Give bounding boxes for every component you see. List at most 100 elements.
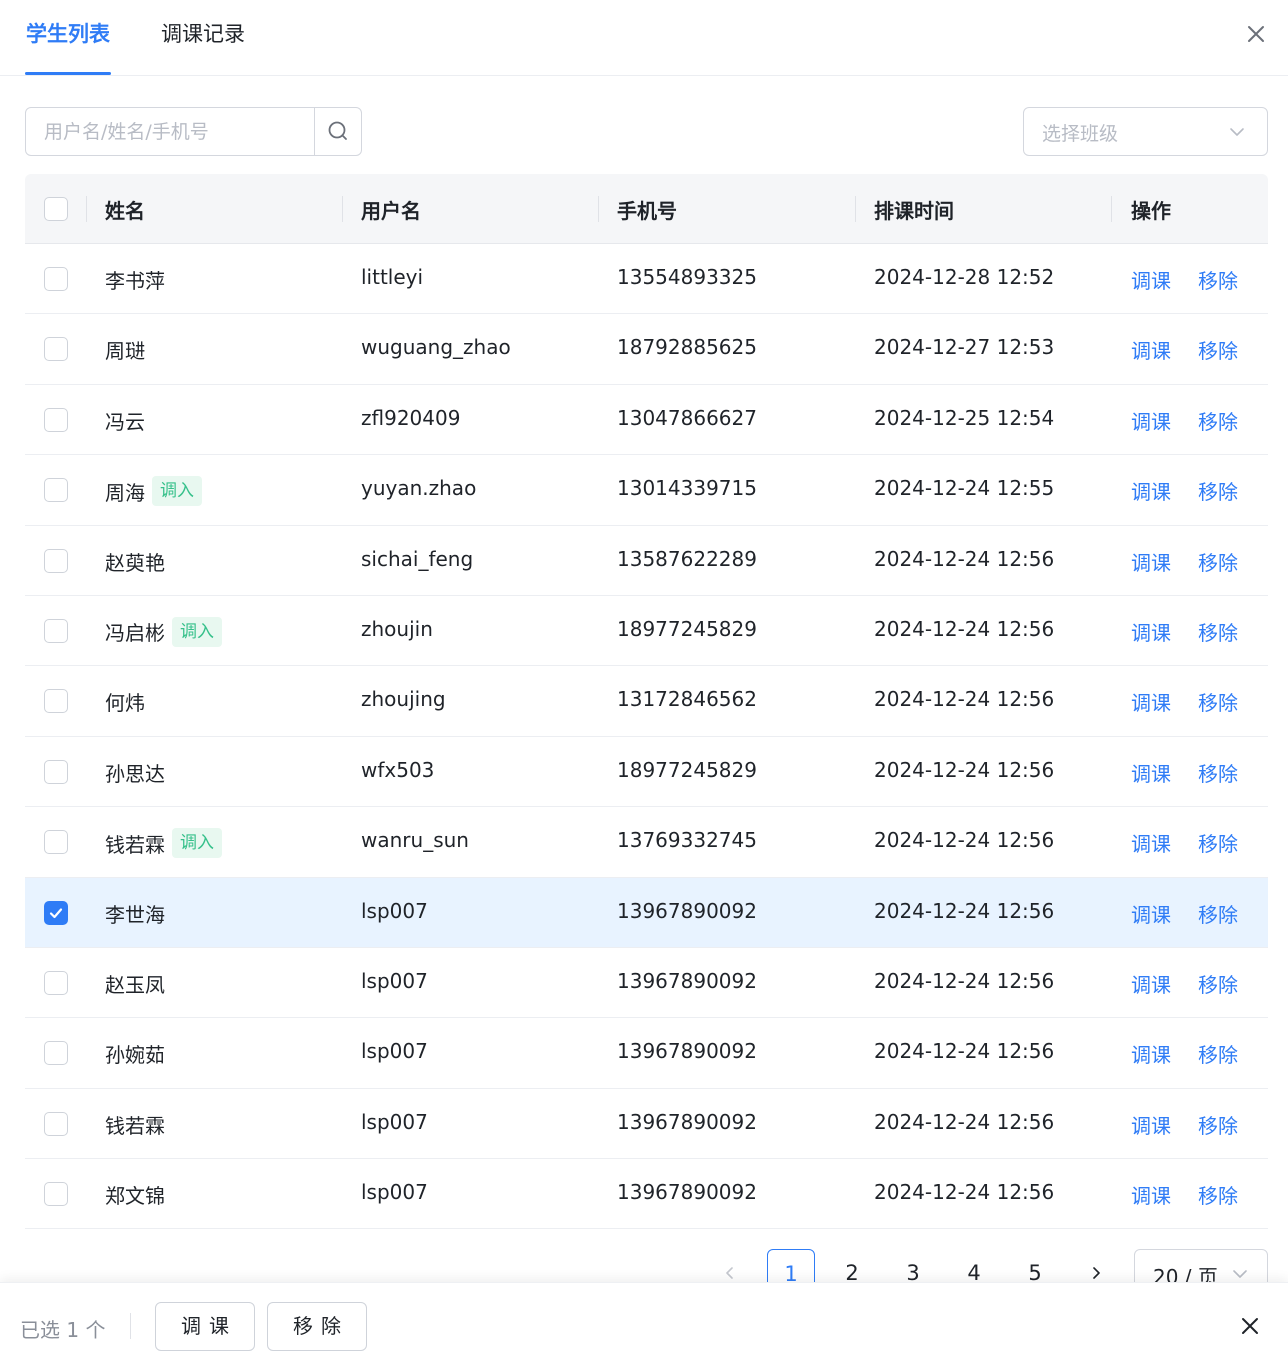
schedule-time-cell: 2024-12-24 12:56 bbox=[874, 546, 1055, 571]
remove-student-link[interactable]: 移除 bbox=[1198, 758, 1238, 787]
column-header-name: 姓名 bbox=[105, 199, 145, 223]
bulk-remove-button[interactable]: 移除 bbox=[267, 1302, 367, 1351]
schedule-time-cell: 2024-12-24 12:56 bbox=[874, 968, 1055, 993]
bulk-adjust-button[interactable]: 调课 bbox=[155, 1302, 255, 1351]
table-row: 孙思达 wfx503 18977245829 2024-12-24 12:56 … bbox=[25, 737, 1268, 808]
search-input[interactable] bbox=[26, 108, 314, 155]
column-header-schedule-time: 排课时间 bbox=[874, 199, 954, 223]
student-name: 何炜 bbox=[105, 691, 145, 716]
select-all-checkbox[interactable] bbox=[44, 197, 68, 221]
username-cell: yuyan.zhao bbox=[361, 476, 477, 501]
transfer-in-badge: 调入 bbox=[152, 476, 202, 507]
schedule-time-cell: 2024-12-24 12:56 bbox=[874, 1109, 1055, 1134]
class-select[interactable]: 选择班级 bbox=[1023, 107, 1268, 156]
adjust-course-link[interactable]: 调课 bbox=[1131, 899, 1171, 928]
phone-cell: 18792885625 bbox=[617, 335, 757, 360]
column-header-username: 用户名 bbox=[361, 199, 421, 223]
remove-student-link[interactable]: 移除 bbox=[1198, 969, 1238, 998]
row-checkbox[interactable] bbox=[44, 1111, 68, 1136]
table-row: 李世海 lsp007 13967890092 2024-12-24 12:56 … bbox=[25, 877, 1268, 948]
username-cell: lsp007 bbox=[361, 898, 428, 923]
student-name: 周琎 bbox=[105, 339, 145, 364]
remove-student-link[interactable]: 移除 bbox=[1198, 1180, 1238, 1209]
remove-student-link[interactable]: 移除 bbox=[1198, 617, 1238, 646]
row-checkbox[interactable] bbox=[44, 1041, 68, 1066]
tab-student-list[interactable]: 学生列表 bbox=[26, 18, 110, 48]
transfer-in-badge: 调入 bbox=[172, 828, 222, 859]
remove-student-link[interactable]: 移除 bbox=[1198, 265, 1238, 294]
remove-student-link[interactable]: 移除 bbox=[1198, 899, 1238, 928]
adjust-course-link[interactable]: 调课 bbox=[1131, 828, 1171, 857]
row-checkbox[interactable] bbox=[44, 407, 68, 432]
row-checkbox[interactable] bbox=[44, 548, 68, 573]
student-name: 钱若霖 bbox=[105, 1113, 165, 1138]
row-checkbox[interactable] bbox=[44, 478, 68, 503]
row-checkbox[interactable] bbox=[44, 1182, 68, 1207]
schedule-time-cell: 2024-12-24 12:56 bbox=[874, 757, 1055, 782]
phone-cell: 13587622289 bbox=[617, 546, 757, 571]
row-checkbox[interactable] bbox=[44, 267, 68, 291]
remove-student-link[interactable]: 移除 bbox=[1198, 476, 1238, 505]
chevron-down-icon bbox=[1230, 128, 1244, 136]
adjust-course-link[interactable]: 调课 bbox=[1131, 687, 1171, 716]
student-name: 赵萸艳 bbox=[105, 550, 165, 575]
row-checkbox[interactable] bbox=[44, 337, 68, 362]
adjust-course-link[interactable]: 调课 bbox=[1131, 1110, 1171, 1139]
adjust-course-link[interactable]: 调课 bbox=[1131, 758, 1171, 787]
phone-cell: 13967890092 bbox=[617, 898, 757, 923]
adjust-course-link[interactable]: 调课 bbox=[1131, 335, 1171, 364]
row-checkbox[interactable] bbox=[44, 970, 68, 995]
adjust-course-link[interactable]: 调课 bbox=[1131, 617, 1171, 646]
student-name: 李世海 bbox=[105, 902, 165, 927]
row-checkbox[interactable] bbox=[44, 830, 68, 855]
close-icon[interactable] bbox=[1242, 20, 1270, 48]
student-name-cell: 赵玉凤 bbox=[105, 969, 165, 998]
adjust-course-link[interactable]: 调课 bbox=[1131, 265, 1171, 294]
row-checkbox[interactable] bbox=[44, 618, 68, 643]
username-cell: wfx503 bbox=[361, 757, 435, 782]
search-button[interactable] bbox=[314, 108, 361, 155]
student-name: 李书萍 bbox=[105, 269, 165, 293]
search-icon bbox=[328, 121, 347, 140]
adjust-course-link[interactable]: 调课 bbox=[1131, 476, 1171, 505]
adjust-course-link[interactable]: 调课 bbox=[1131, 1039, 1171, 1068]
phone-cell: 13967890092 bbox=[617, 1039, 757, 1064]
transfer-in-badge: 调入 bbox=[172, 616, 222, 647]
remove-student-link[interactable]: 移除 bbox=[1198, 828, 1238, 857]
adjust-course-link[interactable]: 调课 bbox=[1131, 547, 1171, 576]
remove-student-link[interactable]: 移除 bbox=[1198, 687, 1238, 716]
username-cell: wuguang_zhao bbox=[361, 335, 511, 360]
phone-cell: 13967890092 bbox=[617, 1109, 757, 1134]
remove-student-link[interactable]: 移除 bbox=[1198, 1110, 1238, 1139]
phone-cell: 18977245829 bbox=[617, 616, 757, 641]
close-icon[interactable] bbox=[1238, 1314, 1262, 1338]
row-checkbox[interactable] bbox=[44, 759, 68, 784]
username-cell: littleyi bbox=[361, 265, 424, 289]
schedule-time-cell: 2024-12-24 12:56 bbox=[874, 828, 1055, 853]
student-name: 冯云 bbox=[105, 409, 145, 434]
student-name-cell: 李书萍 bbox=[105, 265, 165, 294]
active-tab-indicator bbox=[25, 72, 111, 75]
column-divider bbox=[855, 196, 856, 222]
adjust-course-link[interactable]: 调课 bbox=[1131, 406, 1171, 435]
check-icon bbox=[49, 907, 63, 918]
remove-student-link[interactable]: 移除 bbox=[1198, 335, 1238, 364]
chevron-right-icon bbox=[1093, 1267, 1100, 1279]
student-name: 冯启彬 bbox=[105, 621, 165, 646]
student-name: 周海 bbox=[105, 480, 145, 505]
schedule-time-cell: 2024-12-24 12:56 bbox=[874, 1039, 1055, 1064]
adjust-course-link[interactable]: 调课 bbox=[1131, 1180, 1171, 1209]
row-checkbox[interactable] bbox=[44, 689, 68, 714]
table-row: 孙婉茹 lsp007 13967890092 2024-12-24 12:56 … bbox=[25, 1018, 1268, 1089]
phone-cell: 13769332745 bbox=[617, 828, 757, 853]
tab-adjust-records[interactable]: 调课记录 bbox=[161, 18, 245, 48]
remove-student-link[interactable]: 移除 bbox=[1198, 1039, 1238, 1068]
chevron-down-icon bbox=[1233, 1270, 1247, 1278]
remove-student-link[interactable]: 移除 bbox=[1198, 406, 1238, 435]
username-cell: lsp007 bbox=[361, 1180, 428, 1205]
adjust-course-link[interactable]: 调课 bbox=[1131, 969, 1171, 998]
search-box bbox=[25, 107, 362, 156]
row-checkbox[interactable] bbox=[44, 900, 68, 925]
remove-student-link[interactable]: 移除 bbox=[1198, 547, 1238, 576]
username-cell: lsp007 bbox=[361, 968, 428, 993]
